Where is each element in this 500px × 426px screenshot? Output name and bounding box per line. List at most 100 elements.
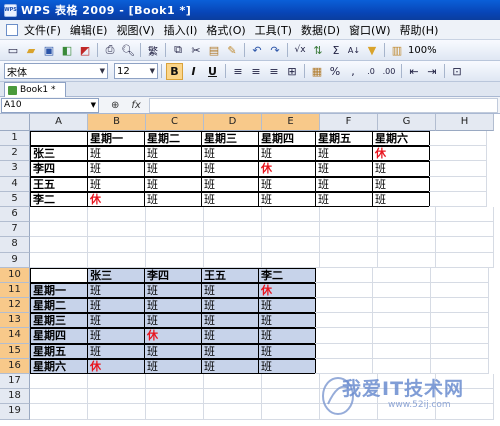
cell[interactable] — [378, 389, 436, 405]
row-header[interactable]: 19 — [0, 404, 30, 420]
cell[interactable] — [88, 404, 146, 420]
cell[interactable] — [30, 206, 88, 223]
column-header[interactable]: D — [204, 114, 262, 131]
cell[interactable]: 班 — [144, 298, 202, 314]
cell[interactable]: 班 — [144, 146, 202, 162]
sort-ascending-icon[interactable]: A↓ — [346, 42, 362, 58]
cell[interactable]: 班 — [258, 313, 316, 329]
cell[interactable]: 班 — [201, 328, 259, 344]
cell[interactable] — [204, 389, 262, 405]
cell[interactable]: 班 — [315, 146, 373, 162]
cell[interactable] — [315, 358, 373, 374]
column-header[interactable]: B — [88, 114, 146, 131]
cell[interactable] — [88, 389, 146, 405]
currency-icon[interactable]: ▦ — [309, 63, 325, 79]
cell[interactable] — [146, 237, 204, 253]
cell[interactable] — [320, 374, 378, 390]
insert-function-button[interactable]: fx — [131, 100, 140, 111]
cell[interactable]: 休 — [87, 191, 145, 207]
row-header[interactable]: 2 — [0, 146, 30, 162]
cell[interactable] — [315, 298, 373, 314]
row-header[interactable]: 4 — [0, 176, 30, 192]
cell[interactable] — [429, 161, 487, 177]
cell[interactable]: 李二 — [30, 191, 88, 207]
cell[interactable] — [262, 374, 320, 390]
menu-item[interactable]: 插入(I) — [164, 22, 198, 38]
cell[interactable] — [204, 374, 262, 390]
cell[interactable]: 班 — [87, 343, 145, 359]
cell[interactable]: 李四 — [30, 161, 88, 177]
cell[interactable]: 班 — [258, 358, 316, 374]
cell[interactable]: 星期五 — [30, 343, 88, 359]
cell[interactable]: 休 — [258, 282, 316, 299]
sum-icon[interactable]: Σ — [328, 42, 344, 58]
cell[interactable]: 星期一 — [30, 282, 88, 299]
cell[interactable] — [315, 343, 373, 359]
formula-input[interactable] — [148, 97, 498, 113]
menu-item[interactable]: 格式(O) — [206, 22, 245, 38]
cell[interactable] — [436, 389, 494, 405]
merge-center-icon[interactable]: ⊞ — [284, 63, 300, 79]
cell[interactable] — [30, 267, 88, 283]
cell[interactable] — [320, 237, 378, 253]
cell[interactable]: 星期五 — [315, 131, 373, 147]
cell[interactable] — [378, 374, 436, 390]
cell[interactable]: 休 — [87, 358, 145, 374]
cell[interactable] — [373, 267, 431, 283]
row-header[interactable]: 11 — [0, 282, 30, 299]
menu-item[interactable]: 帮助(H) — [400, 22, 439, 38]
row-header[interactable]: 5 — [0, 191, 30, 207]
cell[interactable] — [88, 252, 146, 268]
bold-button[interactable]: B — [166, 62, 183, 80]
cell[interactable] — [30, 222, 88, 238]
redo-icon[interactable]: ↷ — [267, 42, 283, 58]
cell[interactable] — [262, 206, 320, 223]
cell[interactable] — [88, 237, 146, 253]
cell[interactable] — [204, 404, 262, 420]
cell[interactable] — [378, 237, 436, 253]
menu-item[interactable]: 工具(T) — [255, 22, 292, 38]
cell[interactable] — [204, 222, 262, 238]
row-header[interactable]: 9 — [0, 252, 30, 268]
cell[interactable] — [320, 252, 378, 268]
cell[interactable] — [320, 206, 378, 223]
row-header[interactable]: 18 — [0, 389, 30, 405]
cell[interactable] — [431, 298, 489, 314]
cell[interactable] — [204, 237, 262, 253]
sort-icon[interactable]: ⇅ — [310, 42, 326, 58]
cell[interactable] — [436, 374, 494, 390]
function-icon[interactable]: √x — [292, 42, 308, 58]
cell[interactable] — [320, 389, 378, 405]
cell[interactable] — [262, 252, 320, 268]
column-header[interactable]: C — [146, 114, 204, 131]
cell[interactable] — [146, 389, 204, 405]
cell[interactable] — [373, 343, 431, 359]
cell[interactable] — [373, 282, 431, 299]
menu-item[interactable]: 视图(V) — [116, 22, 154, 38]
select-all-corner[interactable] — [0, 114, 30, 131]
zoom-magnifier-icon[interactable]: ⊕ — [111, 100, 119, 111]
align-left-icon[interactable]: ≡ — [230, 63, 246, 79]
cell[interactable] — [146, 404, 204, 420]
menu-item[interactable]: 文件(F) — [24, 22, 61, 38]
row-header[interactable]: 15 — [0, 343, 30, 359]
cell[interactable] — [431, 343, 489, 359]
cell[interactable]: 星期三 — [201, 131, 259, 147]
column-header[interactable]: F — [320, 114, 378, 131]
cell[interactable]: 休 — [258, 161, 316, 177]
paste-icon[interactable]: ▤ — [206, 42, 222, 58]
column-header[interactable]: H — [436, 114, 494, 131]
cell[interactable]: 班 — [201, 161, 259, 177]
new-file-icon[interactable]: ▭ — [5, 42, 21, 58]
cell[interactable]: 班 — [201, 282, 259, 299]
cell[interactable]: 星期三 — [30, 313, 88, 329]
menu-item[interactable]: 数据(D) — [301, 22, 340, 38]
cell[interactable]: 星期四 — [258, 131, 316, 147]
decrease-indent-icon[interactable]: ⇤ — [406, 63, 422, 79]
cell[interactable]: 班 — [258, 328, 316, 344]
row-header[interactable]: 1 — [0, 131, 30, 147]
cell[interactable]: 班 — [201, 146, 259, 162]
cell[interactable]: 班 — [87, 146, 145, 162]
cell[interactable] — [88, 222, 146, 238]
cell[interactable] — [262, 404, 320, 420]
